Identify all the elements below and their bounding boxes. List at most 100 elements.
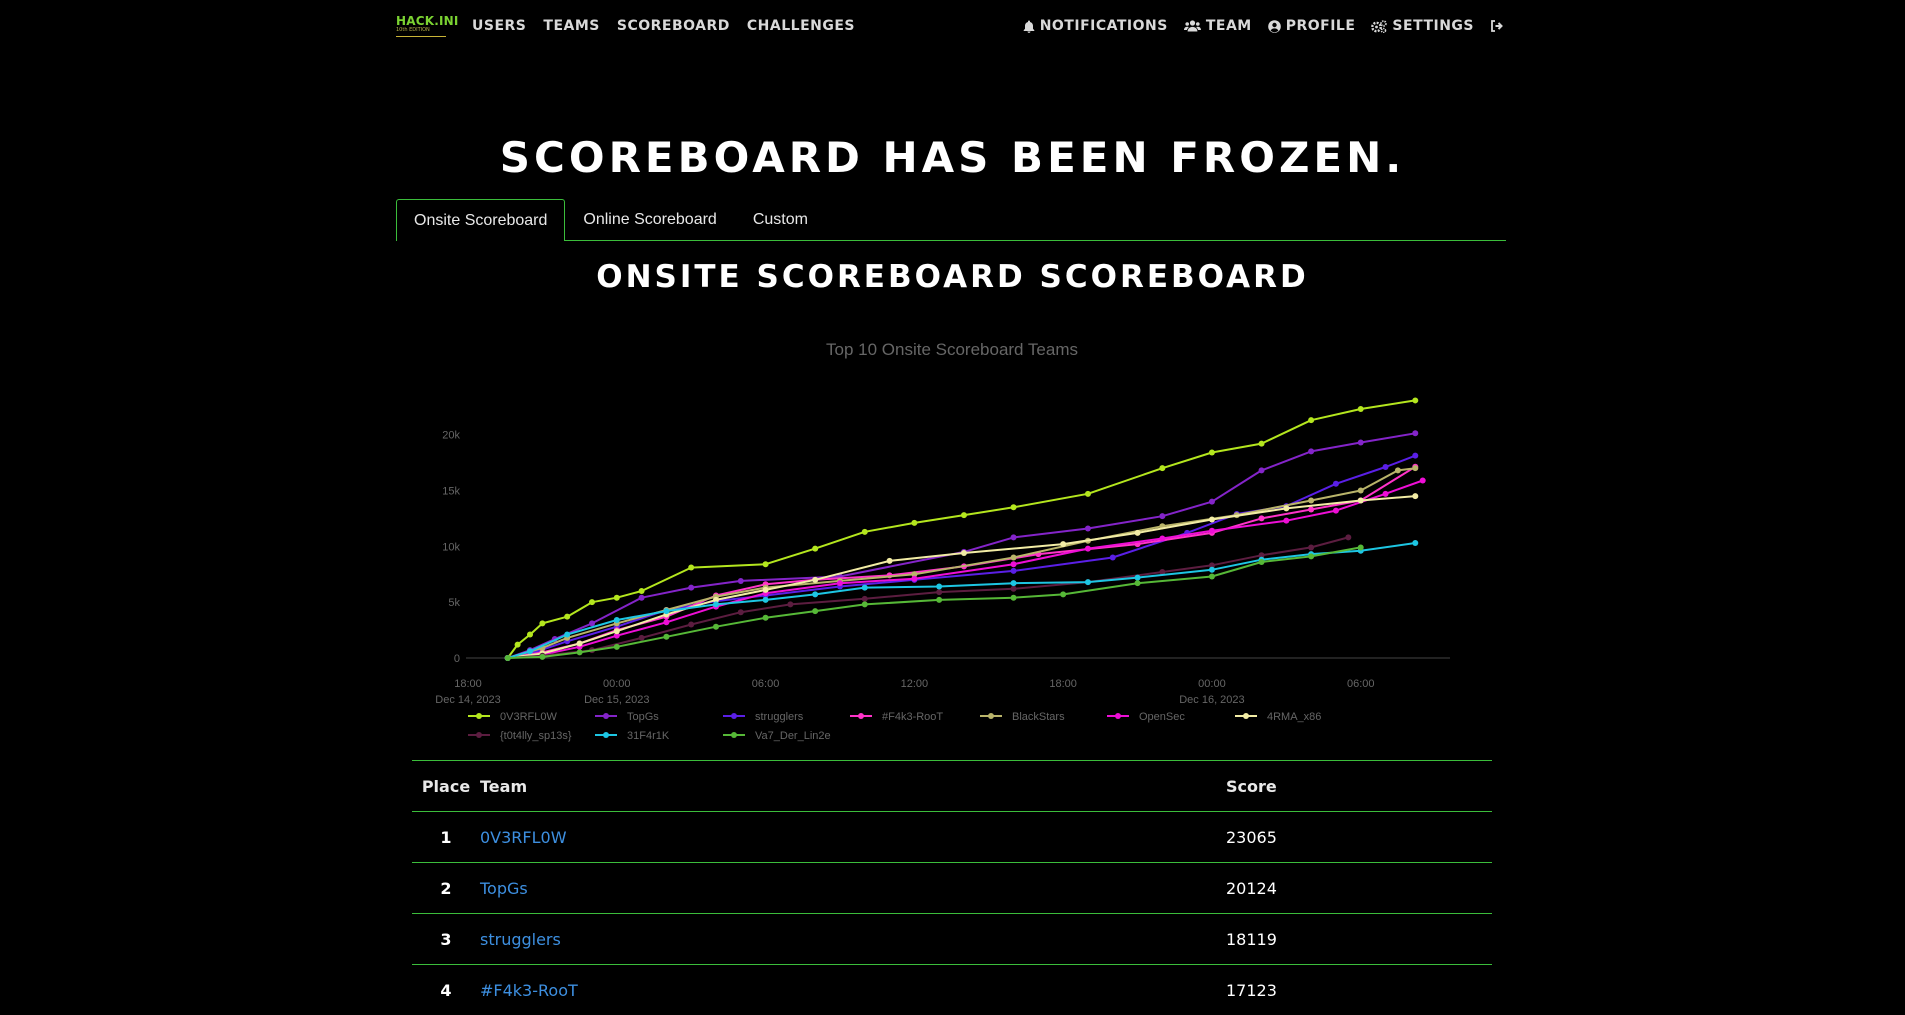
nav-users-link[interactable]: USERS: [472, 18, 526, 34]
table-row: 4#F4k3-RooT17123: [412, 965, 1492, 1015]
y-tick-label: 0: [454, 653, 460, 665]
legend-label: BlackStars: [1012, 711, 1065, 723]
series-point: [763, 587, 769, 593]
scoreboard-tabs: Onsite Scoreboard Online Scoreboard Cust…: [396, 198, 1506, 241]
team-link[interactable]: 0V3RFL0W: [480, 828, 567, 847]
x-tick-date: Dec 16, 2023: [1179, 694, 1244, 706]
series-point: [1011, 561, 1017, 567]
scoreboard-table-wrap: Place Team Score 10V3RFL0W230652TopGs201…: [412, 760, 1492, 1015]
series-point: [564, 614, 570, 620]
nav-profile-link[interactable]: PROFILE: [1268, 18, 1356, 34]
x-tick-date: Dec 14, 2023: [435, 694, 500, 706]
series-point: [505, 655, 511, 661]
nav-settings-label: SETTINGS: [1392, 18, 1474, 34]
series-point: [1011, 534, 1017, 540]
logout-button[interactable]: [1490, 20, 1509, 32]
table-body: 10V3RFL0W230652TopGs201243strugglers1811…: [412, 812, 1492, 1015]
series-point: [539, 654, 545, 660]
legend-swatch-dot: [476, 732, 482, 738]
series-point: [1085, 525, 1091, 531]
series-point: [1412, 430, 1418, 436]
series-point: [663, 608, 669, 614]
series-point: [1283, 505, 1289, 511]
series-point: [527, 648, 533, 654]
team-link[interactable]: TopGs: [480, 879, 528, 898]
series-point: [1135, 580, 1141, 586]
series-point: [1085, 546, 1091, 552]
x-tick-label: 18:00: [1049, 678, 1077, 690]
legend-label: #F4k3-RooT: [882, 711, 943, 723]
series-point: [1011, 580, 1017, 586]
series-point: [1135, 530, 1141, 536]
series-point: [812, 608, 818, 614]
series-point: [812, 577, 818, 583]
series-point: [1412, 453, 1418, 459]
chart-title: Top 10 Onsite Scoreboard Teams: [826, 340, 1078, 359]
series-point: [539, 620, 545, 626]
team-link[interactable]: #F4k3-RooT: [480, 981, 578, 1000]
nav-teams-link[interactable]: TEAMS: [543, 18, 599, 34]
nav-challenges-link[interactable]: CHALLENGES: [747, 18, 855, 34]
series-point: [862, 596, 868, 602]
header-place: Place: [412, 761, 480, 812]
users-icon: [1184, 20, 1201, 32]
series-line: [508, 433, 1416, 658]
series-point: [787, 601, 793, 607]
series-point: [1011, 568, 1017, 574]
y-tick-label: 20k: [442, 430, 460, 442]
nav-right: NOTIFICATIONS TEAM PROFILE SETTINGS: [1007, 18, 1509, 34]
series-point: [1308, 498, 1314, 504]
series-point: [713, 601, 719, 607]
nav-settings-link[interactable]: SETTINGS: [1371, 18, 1474, 34]
table-row: 10V3RFL0W23065: [412, 812, 1492, 863]
series-point: [639, 588, 645, 594]
series-point: [1412, 493, 1418, 499]
series-point: [1412, 540, 1418, 546]
site-logo[interactable]: HACK.INI 10th EDITION: [396, 13, 450, 39]
series-point: [936, 589, 942, 595]
series-point: [1383, 491, 1389, 497]
series-point: [1209, 528, 1215, 534]
series-point: [614, 644, 620, 650]
series-point: [1283, 518, 1289, 524]
x-tick-label: 12:00: [901, 678, 929, 690]
legend-label: OpenSec: [1139, 711, 1185, 723]
nav-team-link[interactable]: TEAM: [1184, 18, 1252, 34]
x-tick-label: 18:00: [454, 678, 482, 690]
row-score: 20124: [1225, 863, 1492, 914]
tab-custom[interactable]: Custom: [735, 199, 826, 240]
row-team-cell: #F4k3-RooT: [480, 965, 1225, 1015]
series-point: [1259, 441, 1265, 447]
score-chart: Top 10 Onsite Scoreboard Teams05k10k15k2…: [420, 330, 1480, 750]
legend-swatch-dot: [988, 713, 994, 719]
series-point: [527, 632, 533, 638]
series-point: [961, 550, 967, 556]
series-point: [577, 649, 583, 655]
row-team-cell: strugglers: [480, 914, 1225, 965]
y-tick-label: 10k: [442, 541, 460, 553]
legend-swatch-dot: [476, 713, 482, 719]
series-point: [837, 580, 843, 586]
series-point: [1420, 477, 1426, 483]
series-point: [763, 561, 769, 567]
tab-onsite-scoreboard[interactable]: Onsite Scoreboard: [396, 199, 565, 241]
series-line: [508, 496, 1416, 658]
nav-notifications-link[interactable]: NOTIFICATIONS: [1023, 18, 1168, 34]
series-point: [763, 615, 769, 621]
series-point: [738, 578, 744, 584]
row-place: 3: [412, 914, 480, 965]
row-place: 1: [412, 812, 480, 863]
user-circle-icon: [1268, 20, 1281, 33]
series-point: [1308, 448, 1314, 454]
series-point: [1259, 467, 1265, 473]
team-link[interactable]: strugglers: [480, 930, 561, 949]
series-point: [936, 584, 942, 590]
nav-scoreboard-link[interactable]: SCOREBOARD: [617, 18, 730, 34]
tab-online-scoreboard[interactable]: Online Scoreboard: [565, 199, 734, 240]
series-point: [936, 597, 942, 603]
table-row: 2TopGs20124: [412, 863, 1492, 914]
series-point: [1308, 417, 1314, 423]
x-tick-label: 00:00: [603, 678, 631, 690]
series-point: [1011, 595, 1017, 601]
series-point: [961, 512, 967, 518]
